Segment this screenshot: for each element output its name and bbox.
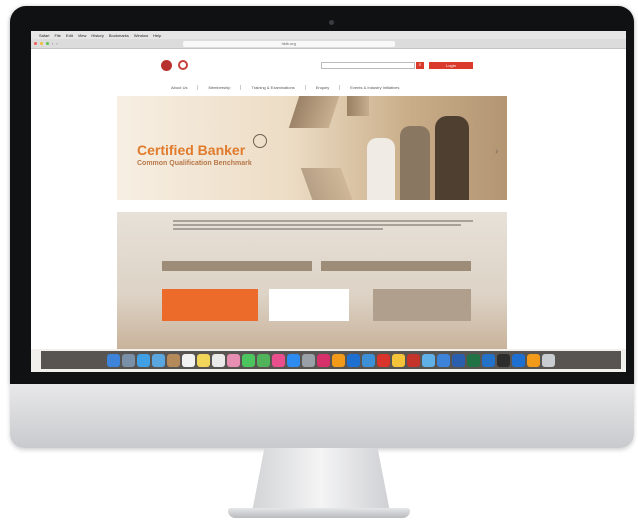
finder-icon[interactable]	[107, 353, 120, 367]
hero-title: Certified Banker	[137, 142, 246, 158]
hero-subtitle: Common Qualification Benchmark	[137, 160, 252, 167]
app-store-icon[interactable]	[287, 353, 300, 367]
photos-icon[interactable]	[227, 353, 240, 367]
browser-toolbar: ‹ › hkib.org	[31, 39, 626, 49]
menu-item-history[interactable]: History	[91, 33, 103, 38]
photoshop-icon[interactable]	[347, 353, 360, 367]
itunes-icon[interactable]	[272, 353, 285, 367]
card-white[interactable]	[269, 289, 349, 321]
menu-item-edit[interactable]: Edit	[66, 33, 73, 38]
mac-menubar: Safari File Edit View History Bookmarks …	[31, 31, 626, 39]
building-image	[288, 96, 342, 128]
camera-icon	[329, 20, 334, 25]
acrobat-icon[interactable]	[377, 353, 390, 367]
lightroom-icon[interactable]	[362, 353, 375, 367]
business-person-image	[367, 138, 395, 200]
monitor-stand-base	[228, 508, 410, 518]
notes-icon[interactable]	[197, 353, 210, 367]
calendar-icon[interactable]	[182, 353, 195, 367]
menu-item-window[interactable]: Window	[134, 33, 148, 38]
menu-item-view[interactable]: View	[78, 33, 87, 38]
trash-icon[interactable]	[542, 353, 555, 367]
building-image	[300, 168, 354, 200]
menu-item-help[interactable]: Help	[153, 33, 161, 38]
monitor-stand	[252, 448, 390, 512]
finder-2-icon[interactable]	[437, 353, 450, 367]
word-icon[interactable]	[452, 353, 465, 367]
business-person-image	[435, 116, 469, 200]
back-icon[interactable]: ‹	[52, 41, 53, 46]
menu-item-safari[interactable]: Safari	[39, 33, 49, 38]
intro-section	[117, 212, 507, 349]
forward-icon[interactable]: ›	[56, 41, 57, 46]
search-icon: ⌕	[418, 62, 422, 68]
monitor-chin	[10, 384, 634, 448]
anniversary-badge-icon	[178, 60, 188, 70]
menu-item-file[interactable]: File	[54, 33, 60, 38]
register-bar-button[interactable]	[321, 261, 471, 271]
messages-icon[interactable]	[242, 353, 255, 367]
minimize-window-icon[interactable]	[40, 42, 43, 45]
system-preferences-icon[interactable]	[302, 353, 315, 367]
terminal-icon[interactable]	[497, 353, 510, 367]
logo-emblem-icon	[161, 59, 172, 71]
nav-item-about[interactable]: About Us	[171, 85, 199, 90]
screen: Safari File Edit View History Bookmarks …	[31, 31, 626, 372]
certified-banker-emblem-icon	[253, 134, 267, 148]
safari-icon[interactable]	[137, 353, 150, 367]
outlook-icon[interactable]	[482, 353, 495, 367]
launchpad-icon[interactable]	[122, 353, 135, 367]
card-grey[interactable]	[373, 289, 471, 321]
carousel-next-icon[interactable]: ›	[495, 146, 498, 157]
reminders-icon[interactable]	[212, 353, 225, 367]
nav-item-training[interactable]: Training & Examinations	[251, 85, 306, 90]
nav-item-enquiry[interactable]: Enquiry	[316, 85, 341, 90]
search-input[interactable]	[321, 62, 415, 69]
facetime-icon[interactable]	[257, 353, 270, 367]
filezilla-icon[interactable]	[407, 353, 420, 367]
nav-item-membership[interactable]: Membership	[208, 85, 242, 90]
mail-icon[interactable]	[152, 353, 165, 367]
building-image	[347, 96, 369, 116]
intro-paragraph	[173, 220, 473, 242]
indesign-icon[interactable]	[317, 353, 330, 367]
address-bar[interactable]: hkib.org	[182, 40, 395, 47]
search-button[interactable]: ⌕	[416, 62, 424, 69]
main-nav: About Us Membership Training & Examinati…	[171, 85, 409, 90]
site-logo[interactable]	[161, 58, 257, 72]
hero-banner[interactable]: Certified Banker Common Qualification Be…	[117, 96, 507, 200]
contacts-icon[interactable]	[167, 353, 180, 367]
login-button[interactable]: Login	[429, 62, 473, 69]
training-bar-button[interactable]	[162, 261, 312, 271]
close-window-icon[interactable]	[34, 42, 37, 45]
chrome-icon[interactable]	[392, 353, 405, 367]
menu-item-bookmarks[interactable]: Bookmarks	[109, 33, 129, 38]
mac-dock	[41, 351, 621, 369]
illustrator-2-icon[interactable]	[527, 353, 540, 367]
illustrator-icon[interactable]	[332, 353, 345, 367]
photoshop-2-icon[interactable]	[512, 353, 525, 367]
nav-item-events[interactable]: Events & Industry Initiatives	[350, 85, 409, 90]
business-person-image	[400, 126, 430, 200]
excel-icon[interactable]	[467, 353, 480, 367]
webpage: ⌕ Login About Us Membership Training & E…	[31, 49, 626, 349]
card-orange[interactable]	[162, 289, 258, 321]
preview-icon[interactable]	[422, 353, 435, 367]
zoom-window-icon[interactable]	[46, 42, 49, 45]
